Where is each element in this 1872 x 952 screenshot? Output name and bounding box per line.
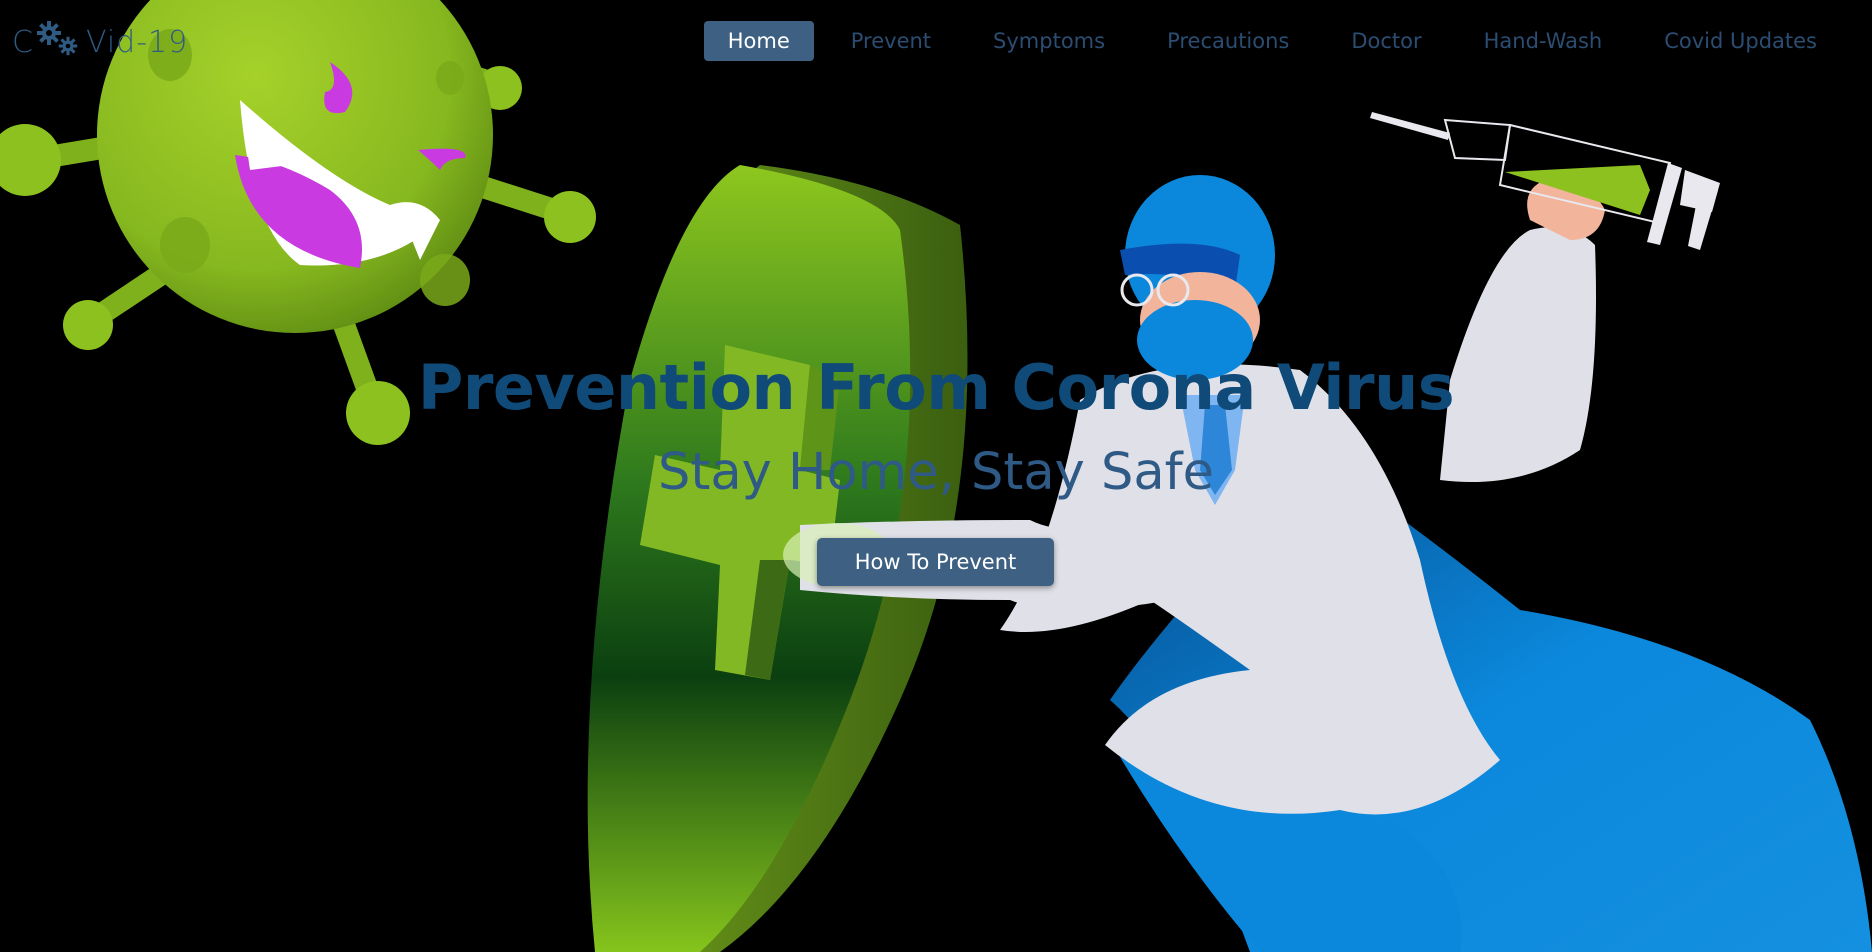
gears-icon (34, 21, 86, 62)
brand-logo[interactable]: C Vid-19 (12, 20, 188, 64)
nav-covid-updates[interactable]: Covid Updates (1639, 21, 1842, 61)
nav-doctor[interactable]: Doctor (1326, 21, 1446, 61)
hero-title: Prevention From Corona Virus (417, 351, 1455, 424)
nav-symptoms[interactable]: Symptoms (968, 21, 1130, 61)
nav-hand-wash[interactable]: Hand-Wash (1459, 21, 1628, 61)
nav-home[interactable]: Home (703, 21, 814, 61)
how-to-prevent-button[interactable]: How To Prevent (817, 538, 1054, 586)
brand-suffix: Vid-19 (85, 24, 189, 60)
brand-prefix: C (12, 24, 34, 60)
nav-prevent[interactable]: Prevent (826, 21, 956, 61)
nav-links: Home Prevent Symptoms Precautions Doctor… (692, 21, 1842, 61)
navbar: C Vid-19 Home Prevent Symptoms Precautio… (0, 0, 1872, 82)
hero-subtitle: Stay Home, Stay Safe (657, 443, 1215, 502)
nav-precautions[interactable]: Precautions (1142, 21, 1314, 61)
